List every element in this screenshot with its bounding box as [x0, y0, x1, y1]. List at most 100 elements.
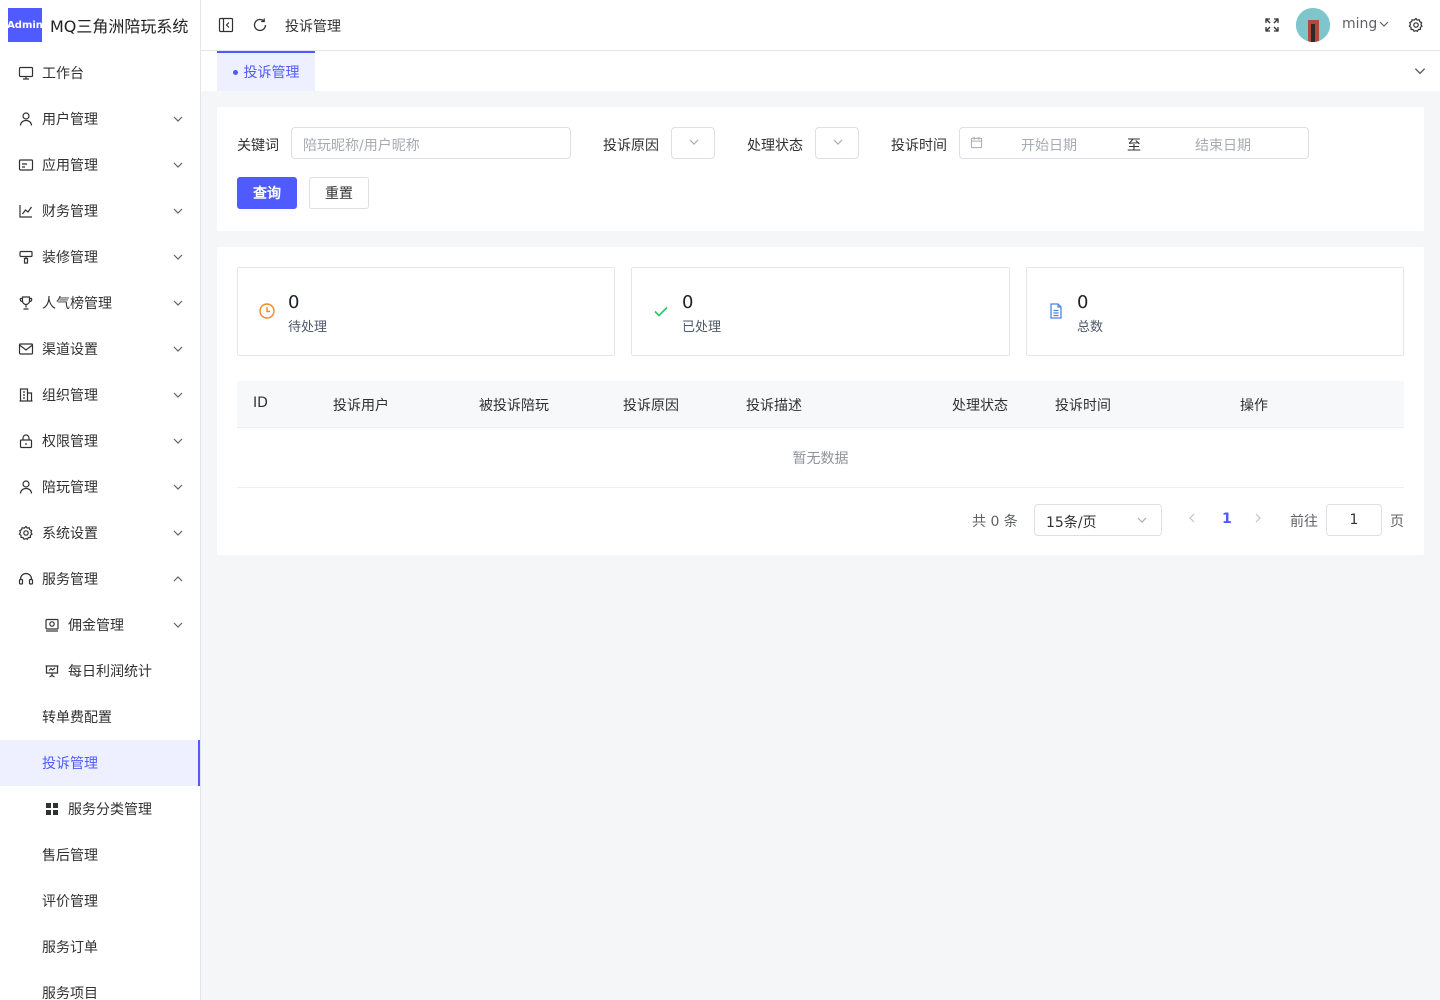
sidebar-item-commission[interactable]: 佣金管理: [0, 602, 200, 648]
sidebar-item-label: 陪玩管理: [42, 480, 98, 496]
sidebar-item-label: 服务项目: [42, 986, 98, 1000]
stat-card-pending: 0 待处理: [237, 267, 615, 356]
keyword-input[interactable]: 陪玩昵称/用户昵称: [291, 127, 571, 159]
sidebar-item-label: 服务订单: [42, 940, 98, 956]
sidebar-item-app-management[interactable]: 应用管理: [0, 142, 200, 188]
chevron-down-icon: [172, 251, 184, 263]
chevron-down-icon: [172, 159, 184, 171]
sidebar-item-companion[interactable]: 陪玩管理: [0, 464, 200, 510]
goto-label: 前往: [1290, 514, 1318, 530]
chevron-down-icon: [172, 113, 184, 125]
reason-select[interactable]: [671, 127, 715, 159]
page-suffix-label: 页: [1390, 514, 1404, 530]
sidebar-item-reviews[interactable]: 评价管理: [0, 878, 200, 924]
sidebar-item-label: 投诉管理: [42, 756, 98, 772]
chevron-down-icon[interactable]: [1377, 17, 1391, 31]
sidebar-item-channel[interactable]: 渠道设置: [0, 326, 200, 372]
sidebar-item-label: 售后管理: [42, 848, 98, 864]
logo: Admin MQ三角洲陪玩系统: [0, 0, 200, 50]
tab-label: 投诉管理: [243, 65, 300, 81]
sidebar-item-label: 系统设置: [42, 526, 98, 542]
sidebar-item-service-management[interactable]: 服务管理: [0, 556, 200, 602]
sidebar-item-user-management[interactable]: 用户管理: [0, 96, 200, 142]
stat-value: 0: [288, 292, 300, 313]
next-page-icon[interactable]: [1251, 511, 1265, 525]
chevron-up-icon: [172, 573, 184, 585]
table-header: ID 投诉用户 被投诉陪玩 投诉原因 投诉描述 处理状态 投诉时间 操作: [237, 381, 1404, 428]
fullscreen-icon[interactable]: [1263, 16, 1281, 34]
check-icon: [652, 302, 672, 322]
sidebar-item-system-settings[interactable]: 系统设置: [0, 510, 200, 556]
column-header-companion: 被投诉陪玩: [479, 398, 549, 414]
status-select[interactable]: [815, 127, 859, 159]
start-date-input[interactable]: 开始日期: [1021, 135, 1077, 155]
sidebar-item-popularity[interactable]: 人气榜管理: [0, 280, 200, 326]
chevron-down-icon: [172, 481, 184, 493]
chevron-down-icon: [172, 619, 184, 631]
headset-icon: [18, 571, 34, 587]
avatar[interactable]: [1296, 8, 1330, 42]
time-label: 投诉时间: [891, 138, 947, 154]
sidebar-item-finance[interactable]: 财务管理: [0, 188, 200, 234]
stat-card-total: 0 总数: [1026, 267, 1404, 356]
sidebar-item-complaints[interactable]: 投诉管理: [0, 740, 200, 786]
reset-button[interactable]: 重置: [309, 177, 369, 209]
sidebar-item-label: 渠道设置: [42, 342, 98, 358]
sidebar-item-label: 装修管理: [42, 250, 98, 266]
sidebar-item-label: 服务分类管理: [68, 802, 152, 818]
sidebar-item-after-sales[interactable]: 售后管理: [0, 832, 200, 878]
query-button[interactable]: 查询: [237, 177, 297, 209]
date-range-picker[interactable]: 开始日期 至 结束日期: [959, 127, 1309, 159]
settings-gear-icon[interactable]: [1407, 16, 1425, 34]
app-card-icon: [18, 157, 34, 173]
username[interactable]: ming: [1342, 16, 1377, 32]
sidebar-item-service-category[interactable]: 服务分类管理: [0, 786, 200, 832]
column-header-time: 投诉时间: [1055, 398, 1111, 414]
sidebar-item-label: 转单费配置: [42, 710, 112, 726]
grid-icon: [44, 801, 60, 817]
sidebar-item-service-orders[interactable]: 服务订单: [0, 924, 200, 970]
sidebar-item-label: 组织管理: [42, 388, 98, 404]
keyword-placeholder: 陪玩昵称/用户昵称: [303, 138, 420, 154]
top-header: 投诉管理 ming: [201, 0, 1440, 51]
calendar-icon: [969, 135, 983, 149]
collapse-sidebar-icon[interactable]: [217, 16, 235, 34]
tab-complaints[interactable]: 投诉管理: [217, 51, 315, 91]
filter-card: 关键词 陪玩昵称/用户昵称 投诉原因 处理状态 投诉时间 开始日期 至 结束日期…: [217, 107, 1424, 231]
chevron-down-icon[interactable]: [1411, 62, 1429, 80]
building-icon: [18, 387, 34, 403]
app-title: MQ三角洲陪玩系统: [50, 17, 189, 36]
stat-label: 待处理: [288, 320, 328, 335]
page-size-select[interactable]: 15条/页: [1034, 504, 1162, 536]
sidebar-item-workbench[interactable]: 工作台: [0, 50, 200, 96]
prev-page-icon[interactable]: [1185, 511, 1199, 525]
keyword-label: 关键词: [237, 138, 279, 154]
breadcrumb: 投诉管理: [285, 19, 341, 35]
sidebar-item-organization[interactable]: 组织管理: [0, 372, 200, 418]
monitor-icon: [18, 65, 34, 81]
logo-badge: Admin: [7, 8, 43, 42]
sidebar-item-daily-profit[interactable]: 每日利润统计: [0, 648, 200, 694]
stat-label: 已处理: [682, 320, 722, 335]
sidebar-item-service-items[interactable]: 服务项目: [0, 970, 200, 1000]
reason-label: 投诉原因: [603, 138, 659, 154]
column-header-description: 投诉描述: [746, 398, 802, 414]
page-number-current[interactable]: 1: [1222, 511, 1232, 527]
refresh-icon[interactable]: [251, 16, 269, 34]
document-icon: [1047, 302, 1067, 322]
stat-card-processed: 0 已处理: [631, 267, 1010, 356]
range-separator: 至: [1127, 138, 1141, 154]
chevron-down-icon: [172, 343, 184, 355]
end-date-input[interactable]: 结束日期: [1195, 135, 1251, 155]
commission-icon: [44, 617, 60, 633]
sidebar-item-transfer-fee[interactable]: 转单费配置: [0, 694, 200, 740]
chevron-down-icon: [172, 205, 184, 217]
mail-icon: [18, 341, 34, 357]
stat-value: 0: [682, 292, 694, 313]
stat-value: 0: [1077, 292, 1089, 313]
goto-page-input[interactable]: 1: [1326, 504, 1382, 536]
sidebar-item-decoration[interactable]: 装修管理: [0, 234, 200, 280]
lock-icon: [18, 433, 34, 449]
sidebar-item-permissions[interactable]: 权限管理: [0, 418, 200, 464]
column-header-reason: 投诉原因: [623, 398, 679, 414]
